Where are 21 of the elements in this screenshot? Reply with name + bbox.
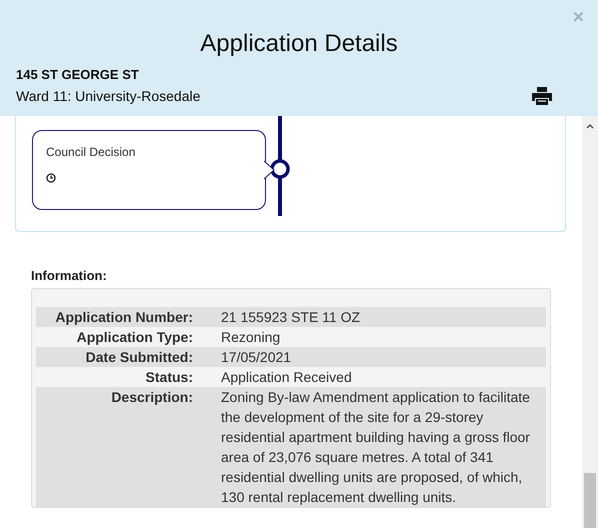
field-label: Application Type: [76, 328, 193, 347]
field-value: Rezoning [221, 328, 282, 347]
field-value: Application Received [221, 368, 353, 387]
field-label: Description: [110, 388, 193, 407]
section-heading: Information: [31, 268, 108, 284]
print-icon[interactable] [532, 87, 552, 105]
step-label: Council Decision [46, 145, 136, 160]
field-value: 17/05/2021 [221, 348, 292, 367]
clock-icon [46, 173, 56, 183]
close-button[interactable]: × [572, 8, 584, 28]
field-value: 21 155923 STE 11 OZ [221, 308, 362, 327]
dialog-title: Application Details [199, 30, 399, 58]
ward: Ward 11: University-Rosedale [16, 88, 200, 104]
scrollbar[interactable] [582, 116, 598, 528]
field-label: Status: [144, 368, 193, 387]
scroll-thumb[interactable] [584, 473, 596, 528]
field-label: Date Submitted: [84, 348, 193, 367]
field-value: Zoning By-law Amendment application to facilitate the development of the site for a 29-storey residential apartment building having a gross floor area of 23,076 square metres. A total of 341 residential dwelling units are proposed, of which, 130 rental replacement dwelling units. [221, 388, 531, 507]
scroll-up-icon[interactable] [586, 123, 594, 129]
address: 145 ST GEORGE ST [16, 67, 140, 83]
field-label: Application Number: [54, 308, 193, 327]
